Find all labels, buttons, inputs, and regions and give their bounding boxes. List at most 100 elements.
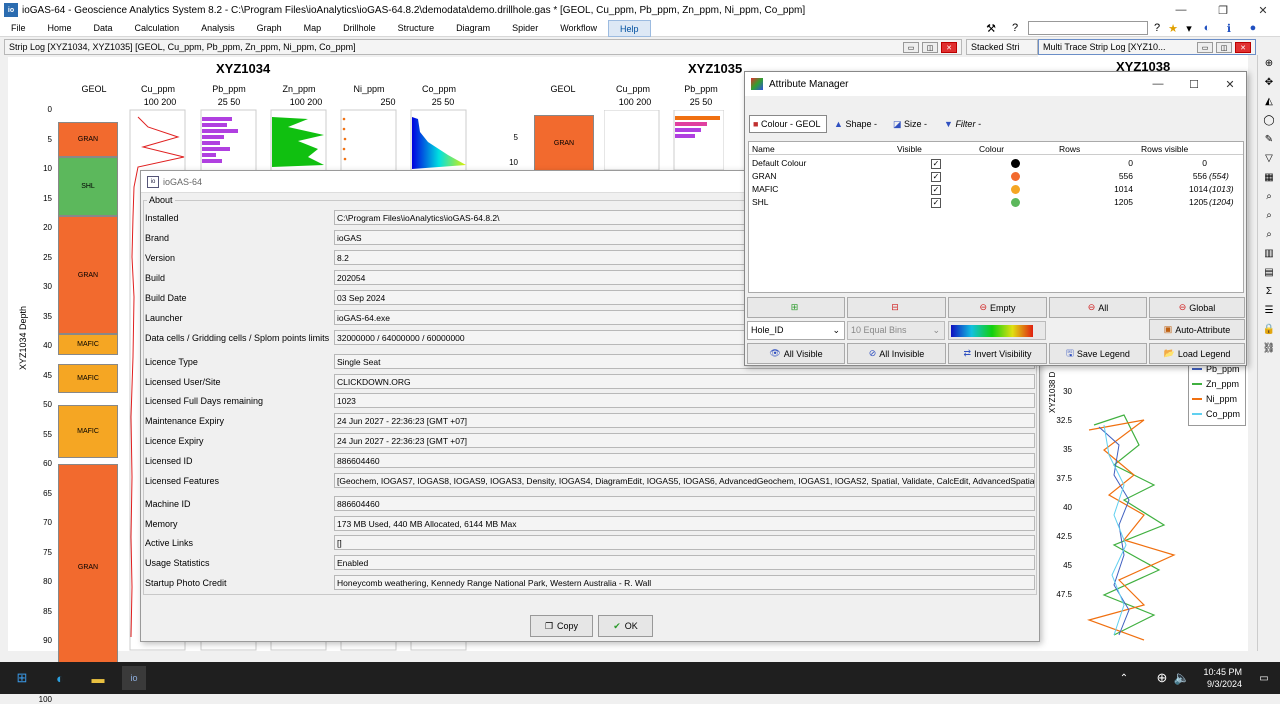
lock-icon[interactable]: 🔒 — [1261, 324, 1277, 340]
attribute-table[interactable]: Name Visible Colour Rows Rows visible De… — [748, 141, 1244, 293]
attr-maximize-button[interactable]: ☐ — [1179, 74, 1209, 94]
minimize-button[interactable]: — — [1166, 0, 1196, 20]
star-icon[interactable]: ★ — [1166, 21, 1180, 35]
tab-size[interactable]: ◪ Size - — [890, 115, 938, 133]
about-row-value[interactable]: 886604460 — [334, 453, 1035, 468]
attr-row-name[interactable]: GRAN — [752, 171, 777, 181]
grid-icon[interactable]: ▦ — [1261, 172, 1277, 188]
table-icon[interactable]: ▤ — [1261, 267, 1277, 283]
all-invisible-button[interactable]: ⊘ All Invisible — [847, 343, 946, 364]
bins-select[interactable]: 10 Equal Bins ⌄ — [847, 321, 945, 340]
attr-row-name[interactable]: Default Colour — [752, 158, 806, 168]
magnify-icon[interactable]: ⌕ — [1261, 191, 1277, 207]
load-legend-button[interactable]: 📂 Load Legend — [1149, 343, 1245, 364]
add-attribute-button[interactable]: ⊞ — [747, 297, 845, 318]
visible-checkbox[interactable]: ✓ — [931, 185, 941, 195]
windows-start-icon[interactable]: ⊞ — [10, 666, 34, 690]
panel-max-icon[interactable]: ◫ — [922, 42, 938, 53]
about-row-value[interactable]: 886604460 — [334, 496, 1035, 511]
brush-icon[interactable]: ✎ — [1261, 134, 1277, 150]
tab-shape[interactable]: ▲ Shape - — [831, 115, 887, 133]
about-row-value[interactable]: 1023 — [334, 393, 1035, 408]
user-icon[interactable]: ● — [1246, 21, 1260, 35]
magnify-minus-icon[interactable]: ⌕ — [1261, 229, 1277, 245]
layers-icon[interactable]: ☰ — [1261, 305, 1277, 321]
visible-checkbox[interactable]: ✓ — [931, 172, 941, 182]
all-button[interactable]: ⊖ All — [1049, 297, 1147, 318]
panel-min-icon[interactable]: ▭ — [903, 42, 919, 53]
colour-swatch[interactable] — [1011, 172, 1020, 181]
about-row-value[interactable]: 24 Jun 2027 - 22:36:23 [GMT +07] — [334, 433, 1035, 448]
magnify-plus-icon[interactable]: ⌕ — [1261, 210, 1277, 226]
menu-graph[interactable]: Graph — [246, 20, 293, 37]
stacked-panel-header[interactable]: Stacked Stri — [966, 39, 1038, 55]
visible-checkbox[interactable]: ✓ — [931, 159, 941, 169]
chart-icon[interactable]: ▥ — [1261, 248, 1277, 264]
attr-row-name[interactable]: MAFIC — [752, 184, 778, 194]
menu-calculation[interactable]: Calculation — [124, 20, 191, 37]
tab-filter[interactable]: ▼ Filter - — [941, 115, 991, 133]
zoom-icon[interactable]: ⊕ — [1261, 58, 1277, 74]
filter-icon[interactable]: ▽ — [1261, 153, 1277, 169]
file-explorer-icon[interactable]: ▬ — [86, 666, 110, 690]
menu-spider[interactable]: Spider — [501, 20, 549, 37]
ok-button[interactable]: ✔ OK — [598, 615, 653, 637]
close-button[interactable]: ✕ — [1248, 0, 1278, 20]
empty-button[interactable]: ⊖ Empty — [948, 297, 1047, 318]
menu-diagram[interactable]: Diagram — [445, 20, 501, 37]
help-cursor-icon[interactable]: ? — [1008, 21, 1022, 35]
clock[interactable]: 10:45 PM 9/3/2024 — [1190, 666, 1242, 690]
menu-data[interactable]: Data — [83, 20, 124, 37]
colour-swatch[interactable] — [1011, 185, 1020, 194]
panel-max-icon[interactable]: ◫ — [1216, 42, 1232, 53]
visible-checkbox[interactable]: ✓ — [931, 198, 941, 208]
panel-close-icon[interactable]: ✕ — [941, 42, 957, 53]
tab-colour[interactable]: ■ Colour - GEOL — [749, 115, 827, 133]
chevron-up-icon[interactable]: ⌃ — [1112, 666, 1136, 690]
panel-close-icon[interactable]: ✕ — [1235, 42, 1251, 53]
attr-close-button[interactable]: ✕ — [1215, 74, 1245, 94]
help-icon[interactable]: ? — [1150, 21, 1164, 35]
menu-drillhole[interactable]: Drillhole — [332, 20, 387, 37]
save-legend-button[interactable]: 🖫 Save Legend — [1049, 343, 1147, 364]
select-icon[interactable]: ◭ — [1261, 96, 1277, 112]
theme-icon[interactable]: ◐ — [1200, 21, 1214, 35]
about-row-value[interactable]: [] — [334, 535, 1035, 550]
colour-swatch[interactable] — [1011, 159, 1020, 168]
lasso-icon[interactable]: ◯ — [1261, 115, 1277, 131]
menu-structure[interactable]: Structure — [387, 20, 446, 37]
stats-icon[interactable]: Σ — [1261, 286, 1277, 302]
restore-button[interactable]: ❐ — [1208, 0, 1238, 20]
menu-home[interactable]: Home — [37, 20, 83, 37]
remove-attribute-button[interactable]: ⊟ — [847, 297, 946, 318]
pan-icon[interactable]: ✥ — [1261, 77, 1277, 93]
menu-file[interactable]: File — [0, 20, 37, 37]
about-row-value[interactable]: [Geochem, IOGAS7, IOGAS8, IOGAS9, IOGAS3… — [334, 473, 1035, 488]
colour-swatch[interactable] — [1011, 198, 1020, 207]
colour-ramp-select[interactable] — [948, 321, 1046, 340]
info-icon[interactable]: ℹ — [1222, 21, 1236, 35]
menu-help[interactable]: Help — [608, 19, 651, 37]
copy-button[interactable]: ❐ Copy — [530, 615, 593, 637]
menu-map[interactable]: Map — [293, 20, 333, 37]
invert-visibility-button[interactable]: ⇄ Invert Visibility — [948, 343, 1047, 364]
search-input[interactable] — [1028, 21, 1148, 35]
menu-workflow[interactable]: Workflow — [549, 20, 608, 37]
attr-row-name[interactable]: SHL — [752, 197, 769, 207]
edge-icon[interactable]: ◐ — [48, 666, 72, 690]
about-row-value[interactable]: Honeycomb weathering, Kennedy Range Nati… — [334, 575, 1035, 590]
palette-icon[interactable]: ▾ — [1182, 21, 1196, 35]
global-button[interactable]: ⊖ Global — [1149, 297, 1245, 318]
attr-minimize-button[interactable]: — — [1143, 74, 1173, 94]
panel-min-icon[interactable]: ▭ — [1197, 42, 1213, 53]
hole-id-select[interactable]: Hole_ID ⌄ — [747, 321, 845, 340]
about-row-value[interactable]: Enabled — [334, 555, 1035, 570]
about-row-value[interactable]: 173 MB Used, 440 MB Allocated, 6144 MB M… — [334, 516, 1035, 531]
notification-icon[interactable]: ▭ — [1252, 666, 1276, 690]
about-row-value[interactable]: CLICKDOWN.ORG — [334, 374, 1035, 389]
auto-attribute-button[interactable]: ▣ Auto-Attribute — [1149, 319, 1245, 340]
iogas-taskbar-icon[interactable]: io — [122, 666, 146, 690]
link-icon[interactable]: ⛓ — [1261, 343, 1277, 359]
about-row-value[interactable]: 24 Jun 2027 - 22:36:23 [GMT +07] — [334, 413, 1035, 428]
tools-icon[interactable]: ⚒ — [984, 21, 998, 35]
